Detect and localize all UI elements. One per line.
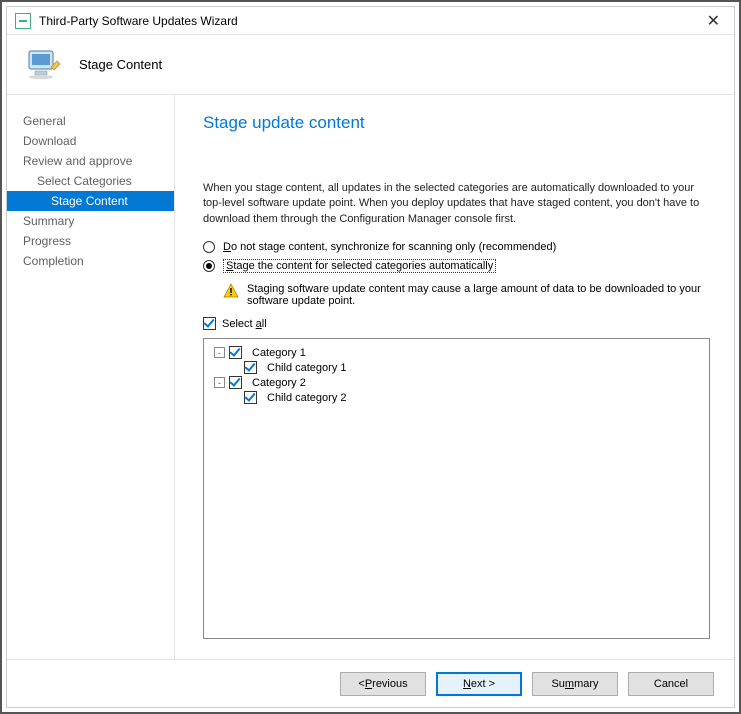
radio-stage-content[interactable]: Stage the content for selected categorie…: [203, 259, 710, 273]
previous-button[interactable]: < Previous: [340, 672, 426, 696]
checkbox-icon[interactable]: [244, 391, 257, 404]
select-all-label: Select all: [222, 318, 267, 330]
radio-icon: [203, 241, 215, 253]
tree-node-label: Child category 2: [267, 392, 347, 404]
tree-node-category-2[interactable]: - Category 2: [214, 375, 703, 390]
sidebar-item-select-categories[interactable]: Select Categories: [7, 171, 174, 191]
header-label: Stage Content: [79, 57, 162, 72]
app-icon: [15, 13, 31, 29]
warning-row: Staging software update content may caus…: [223, 283, 710, 307]
cancel-button[interactable]: Cancel: [628, 672, 714, 696]
tree-node-label: Category 1: [252, 347, 306, 359]
sidebar: General Download Review and approve Sele…: [7, 95, 175, 659]
next-button[interactable]: Next >: [436, 672, 522, 696]
tree-node-child-category-2[interactable]: Child category 2: [244, 390, 703, 405]
summary-button[interactable]: Summary: [532, 672, 618, 696]
warning-icon: [223, 283, 239, 299]
tree-node-label: Child category 1: [267, 362, 347, 374]
sidebar-item-review-approve[interactable]: Review and approve: [7, 151, 174, 171]
warning-text: Staging software update content may caus…: [247, 283, 710, 307]
close-button[interactable]: ✕: [701, 11, 726, 31]
select-all-checkbox[interactable]: Select all: [203, 317, 710, 330]
computer-icon: [23, 45, 63, 85]
page-title: Stage update content: [203, 113, 710, 133]
wizard-window: Third-Party Software Updates Wizard ✕ St…: [6, 6, 735, 708]
intro-text: When you stage content, all updates in t…: [203, 181, 710, 227]
category-tree[interactable]: - Category 1 Child category 1 - Category…: [203, 338, 710, 639]
tree-node-child-category-1[interactable]: Child category 1: [244, 360, 703, 375]
window-title: Third-Party Software Updates Wizard: [39, 14, 701, 28]
checkbox-icon[interactable]: [244, 361, 257, 374]
collapse-icon[interactable]: -: [214, 377, 225, 388]
sidebar-item-download[interactable]: Download: [7, 131, 174, 151]
checkbox-icon[interactable]: [229, 376, 242, 389]
checkbox-icon: [203, 317, 216, 330]
radio-label: Do not stage content, synchronize for sc…: [223, 241, 556, 253]
sidebar-item-stage-content[interactable]: Stage Content: [7, 191, 174, 211]
checkbox-icon[interactable]: [229, 346, 242, 359]
radio-do-not-stage[interactable]: Do not stage content, synchronize for sc…: [203, 241, 710, 253]
main-content: Stage update content When you stage cont…: [175, 95, 734, 659]
tree-node-category-1[interactable]: - Category 1: [214, 345, 703, 360]
sidebar-item-summary[interactable]: Summary: [7, 211, 174, 231]
sidebar-item-progress[interactable]: Progress: [7, 231, 174, 251]
sidebar-item-general[interactable]: General: [7, 111, 174, 131]
footer: < Previous Next > Summary Cancel: [7, 659, 734, 707]
collapse-icon[interactable]: -: [214, 347, 225, 358]
tree-node-label: Category 2: [252, 377, 306, 389]
radio-icon: [203, 260, 215, 272]
radio-label: Stage the content for selected categorie…: [223, 259, 496, 273]
title-bar: Third-Party Software Updates Wizard ✕: [7, 7, 734, 35]
sidebar-item-completion[interactable]: Completion: [7, 251, 174, 271]
header-panel: Stage Content: [7, 35, 734, 95]
